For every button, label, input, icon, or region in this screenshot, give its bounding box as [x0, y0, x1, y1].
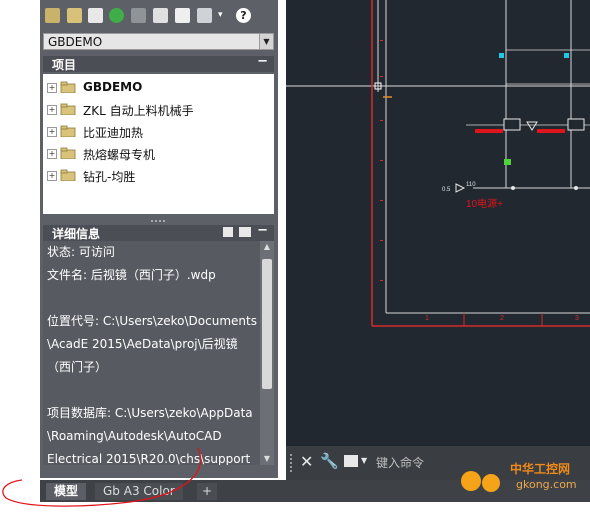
task-list-icon[interactable] — [153, 8, 168, 23]
tree-item-label: ZKL 自动上料机械手 — [83, 104, 194, 118]
ruler-number: 1 — [425, 315, 429, 322]
details-header: 详细信息 − — [43, 223, 274, 241]
project-folder-icon — [60, 81, 76, 94]
project-folder-icon — [60, 125, 76, 138]
preview-icon[interactable] — [239, 227, 251, 237]
new-drawing-icon[interactable] — [88, 8, 103, 23]
junction-dot-1 — [511, 186, 515, 190]
details-title: 详细信息 — [52, 227, 101, 241]
watermark-brand: 中华工控网 — [510, 462, 571, 476]
scroll-thumb[interactable] — [262, 259, 272, 389]
collapse-icon[interactable]: − — [257, 223, 268, 238]
red-annotation-1 — [475, 129, 503, 133]
help-icon[interactable]: ? — [236, 8, 251, 23]
new-project-icon[interactable] — [67, 8, 82, 23]
more-dropdown-icon[interactable]: ▾ — [218, 10, 228, 20]
project-toolbar: ▾ ? — [40, 0, 278, 32]
grip-handle[interactable] — [290, 454, 295, 472]
relay-coil-2 — [567, 118, 585, 131]
tree-item-label: GBDEMO — [83, 80, 143, 94]
cyan-marker-2 — [564, 53, 569, 58]
red-annotation-2 — [537, 129, 565, 133]
ruler-number: 2 — [500, 315, 504, 322]
command-prompt-icon[interactable] — [344, 455, 358, 467]
wrench-icon[interactable]: 🔧 — [320, 452, 339, 470]
projects-title: 项目 — [52, 58, 77, 72]
details-line: 文件名: 后视镜（西门子）.wdp — [47, 268, 216, 282]
details-line: （西门子） — [47, 360, 108, 374]
scroll-down-icon[interactable]: ▼ — [260, 453, 274, 465]
hand-drawn-circle-annotation — [2, 447, 202, 507]
expand-icon[interactable]: + — [47, 127, 57, 137]
expand-icon[interactable]: + — [47, 171, 57, 181]
update-tag-icon[interactable] — [131, 8, 146, 23]
scroll-up-icon[interactable]: ▲ — [260, 241, 274, 253]
project-tree: + GBDEMO + ZKL 自动上料机械手 + 比亚迪加热 + 热熔螺母专机 + 钻孔-均胜 — [43, 74, 274, 214]
close-icon[interactable]: ✕ — [300, 452, 313, 471]
schematic-drawing: 10电源+ 110 0.5 1 2 3 — [286, 0, 590, 327]
details-line: \AcadE 2015\AeData\proj\后视镜 — [47, 337, 238, 351]
publish-icon[interactable] — [175, 8, 190, 23]
tree-item-label: 钻孔-均胜 — [83, 170, 136, 184]
expand-icon[interactable]: + — [47, 83, 57, 93]
wire-source-arrow — [455, 183, 466, 193]
details-line: 位置代号: C:\Users\zeko\Documents — [47, 314, 257, 328]
open-project-icon[interactable] — [45, 8, 60, 23]
command-input[interactable]: 键入命令 — [376, 454, 424, 471]
project-folder-icon — [60, 169, 76, 182]
project-select[interactable]: GBDEMO ▼ — [43, 33, 274, 50]
expand-icon[interactable]: + — [47, 105, 57, 115]
cyan-marker-1 — [499, 53, 504, 58]
details-line: 项目数据库: C:\Users\zeko\AppData — [47, 406, 253, 420]
panel-splitter[interactable] — [43, 214, 274, 222]
details-scrollbar[interactable]: ▲ ▼ — [260, 241, 274, 465]
green-marker — [504, 159, 511, 165]
tree-item-label: 热熔螺母专机 — [83, 148, 156, 162]
ruler-ticks — [380, 40, 383, 281]
drawing-canvas[interactable]: 10电源+ 110 0.5 1 2 3 — [286, 0, 590, 446]
diode-symbol — [526, 121, 538, 131]
node-label: 110 — [466, 182, 476, 188]
refresh-icon[interactable] — [109, 8, 124, 23]
tree-item-label: 比亚迪加热 — [83, 126, 144, 140]
watermark-logo: 中华工控网 gkong.com — [458, 458, 590, 498]
left-marker-label: 0.5 — [442, 187, 451, 193]
plot-icon[interactable] — [197, 8, 212, 23]
details-line — [43, 379, 260, 402]
chevron-down-icon[interactable]: ▼ — [361, 456, 367, 465]
expand-icon[interactable]: + — [47, 149, 57, 159]
projects-header: 项目 − — [43, 54, 274, 72]
junction-dot-2 — [574, 186, 578, 190]
project-folder-icon — [60, 103, 76, 116]
watermark-url: gkong.com — [516, 478, 577, 491]
details-view-icon[interactable] — [223, 227, 233, 237]
collapse-icon[interactable]: − — [257, 54, 268, 69]
chevron-down-icon[interactable]: ▼ — [259, 34, 273, 49]
details-line: 状态: 可访问 — [47, 245, 115, 259]
project-select-value: GBDEMO — [48, 35, 103, 49]
relay-coil-1 — [503, 118, 521, 131]
details-line — [43, 287, 260, 310]
project-manager-palette: ▾ ? GBDEMO ▼ 项目 − + GBDEMO + ZKL 自动上料机械手 + 比亚… — [40, 0, 278, 478]
wire-label: 10电源+ — [466, 197, 503, 210]
project-folder-icon — [60, 147, 76, 160]
ruler-number: 3 — [575, 315, 579, 322]
